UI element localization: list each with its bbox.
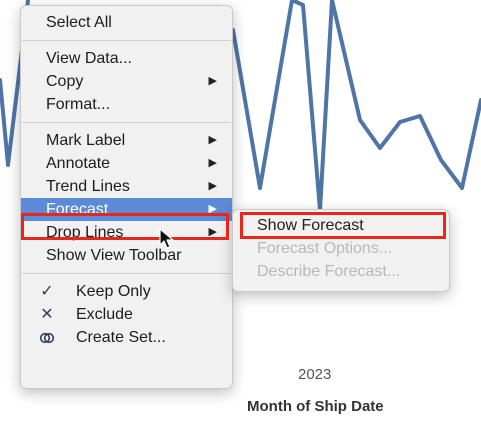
mouse-pointer-icon xyxy=(159,228,174,249)
submenu-item-forecast-options: Forecast Options... xyxy=(233,237,449,260)
menu-separator xyxy=(22,122,231,123)
checkmark-icon: ✓ xyxy=(40,283,54,300)
menu-item-label: Select All xyxy=(46,14,112,31)
submenu-arrow-icon: ▶ xyxy=(208,180,217,192)
submenu-arrow-icon: ▶ xyxy=(208,157,217,169)
menu-separator xyxy=(22,273,231,274)
x-axis-title: Month of Ship Date xyxy=(247,398,384,415)
x-icon: ✕ xyxy=(40,306,54,323)
venn-icon xyxy=(38,326,56,349)
menu-item-label: Trend Lines xyxy=(46,178,130,195)
submenu-item-label: Forecast Options... xyxy=(257,240,393,257)
menu-separator xyxy=(22,40,231,41)
submenu-item-describe-forecast: Describe Forecast... xyxy=(233,260,449,283)
menu-item-copy[interactable]: Copy ▶ xyxy=(21,70,232,93)
menu-item-label: Keep Only xyxy=(76,283,151,300)
context-menu: Select All View Data... Copy ▶ Format... … xyxy=(20,5,233,389)
menu-item-label: Exclude xyxy=(76,306,133,323)
menu-item-select-all[interactable]: Select All xyxy=(21,11,232,34)
menu-item-label: Create Set... xyxy=(76,329,166,346)
show-forecast-highlight-outline xyxy=(240,212,446,239)
forecast-highlight-outline xyxy=(21,213,229,240)
menu-item-exclude[interactable]: ✕ Exclude xyxy=(21,303,232,326)
submenu-arrow-icon: ▶ xyxy=(208,75,217,87)
menu-item-format[interactable]: Format... xyxy=(21,93,232,116)
menu-item-annotate[interactable]: Annotate ▶ xyxy=(21,152,232,175)
menu-item-mark-label[interactable]: Mark Label ▶ xyxy=(21,129,232,152)
menu-item-keep-only[interactable]: ✓ Keep Only xyxy=(21,280,232,303)
menu-item-trend-lines[interactable]: Trend Lines ▶ xyxy=(21,175,232,198)
menu-item-label: Annotate xyxy=(46,155,111,172)
menu-item-show-view-toolbar[interactable]: Show View Toolbar xyxy=(21,244,232,267)
sales-line-right[interactable] xyxy=(231,0,481,212)
submenu-item-label: Describe Forecast... xyxy=(257,263,401,280)
submenu-arrow-icon: ▶ xyxy=(208,134,217,146)
menu-item-view-data[interactable]: View Data... xyxy=(21,47,232,70)
menu-item-label: View Data... xyxy=(46,50,132,67)
menu-item-label: Format... xyxy=(46,96,111,113)
menu-item-label: Copy xyxy=(46,73,84,90)
menu-item-create-set[interactable]: Create Set... xyxy=(21,326,232,349)
menu-item-label: Mark Label xyxy=(46,132,126,149)
x-axis-tick-2023: 2023 xyxy=(298,366,332,383)
